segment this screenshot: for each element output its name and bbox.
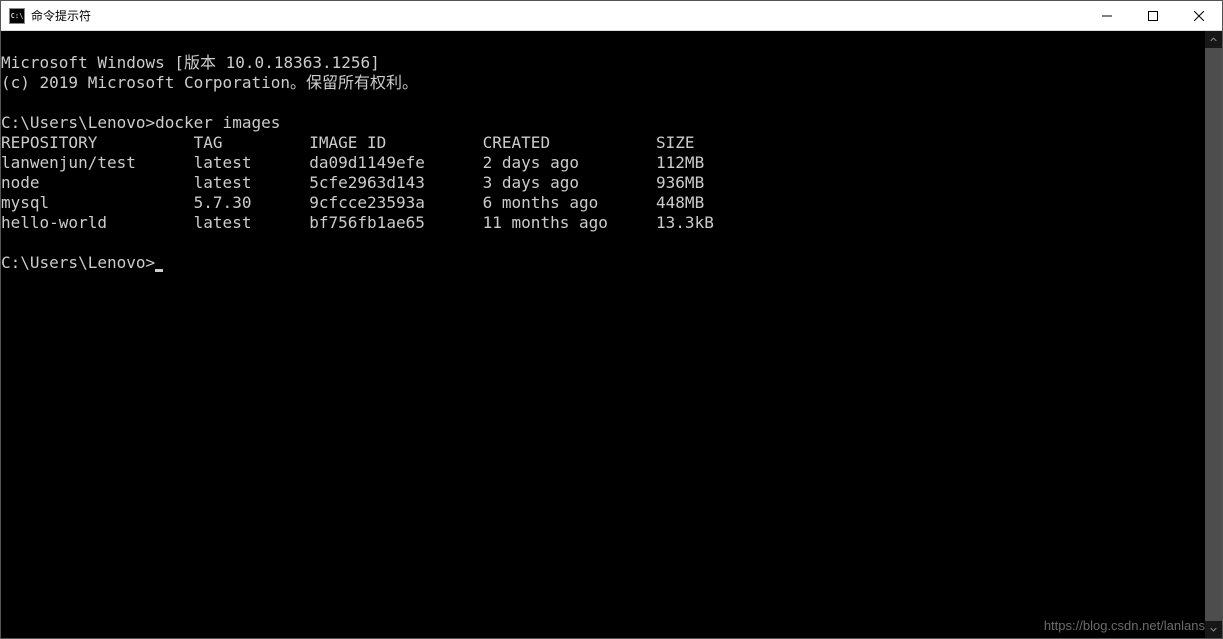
cmd-icon: C:\ xyxy=(9,8,25,24)
cursor xyxy=(155,269,163,272)
table-row: node latest 5cfe2963d143 3 days ago 936M… xyxy=(1,173,704,192)
scrollbar-thumb[interactable] xyxy=(1205,48,1222,621)
prompt-path: C:\Users\Lenovo> xyxy=(1,113,155,132)
command-text: docker images xyxy=(155,113,280,132)
chevron-up-icon xyxy=(1210,36,1217,43)
scroll-up-button[interactable] xyxy=(1205,31,1222,48)
titlebar[interactable]: C:\ 命令提示符 xyxy=(1,1,1222,31)
prompt-line: C:\Users\Lenovo>docker images xyxy=(1,113,280,132)
window-controls xyxy=(1084,1,1222,30)
window-title: 命令提示符 xyxy=(31,7,1084,24)
minimize-button[interactable] xyxy=(1084,1,1130,30)
vertical-scrollbar[interactable] xyxy=(1205,31,1222,638)
table-row: lanwenjun/test latest da09d1149efe 2 day… xyxy=(1,153,704,172)
maximize-icon xyxy=(1148,11,1158,21)
close-button[interactable] xyxy=(1176,1,1222,30)
chevron-down-icon xyxy=(1210,626,1217,633)
banner-line: (c) 2019 Microsoft Corporation。保留所有权利。 xyxy=(1,73,418,92)
prompt-path: C:\Users\Lenovo> xyxy=(1,253,155,272)
table-row: hello-world latest bf756fb1ae65 11 month… xyxy=(1,213,714,232)
scrollbar-track[interactable] xyxy=(1205,48,1222,621)
prompt-line: C:\Users\Lenovo> xyxy=(1,253,163,272)
minimize-icon xyxy=(1102,11,1112,21)
command-prompt-window: C:\ 命令提示符 Microsoft Windows [版本 10.0.183… xyxy=(0,0,1223,639)
maximize-button[interactable] xyxy=(1130,1,1176,30)
terminal-content[interactable]: Microsoft Windows [版本 10.0.18363.1256] (… xyxy=(1,31,1205,638)
banner-line: Microsoft Windows [版本 10.0.18363.1256] xyxy=(1,53,380,72)
terminal-area: Microsoft Windows [版本 10.0.18363.1256] (… xyxy=(1,31,1222,638)
close-icon xyxy=(1194,11,1204,21)
watermark-text: https://blog.csdn.net/lanlans xyxy=(1044,618,1205,633)
table-header-row: REPOSITORY TAG IMAGE ID CREATED SIZE xyxy=(1,133,695,152)
table-row: mysql 5.7.30 9cfcce23593a 6 months ago 4… xyxy=(1,193,704,212)
scroll-down-button[interactable] xyxy=(1205,621,1222,638)
